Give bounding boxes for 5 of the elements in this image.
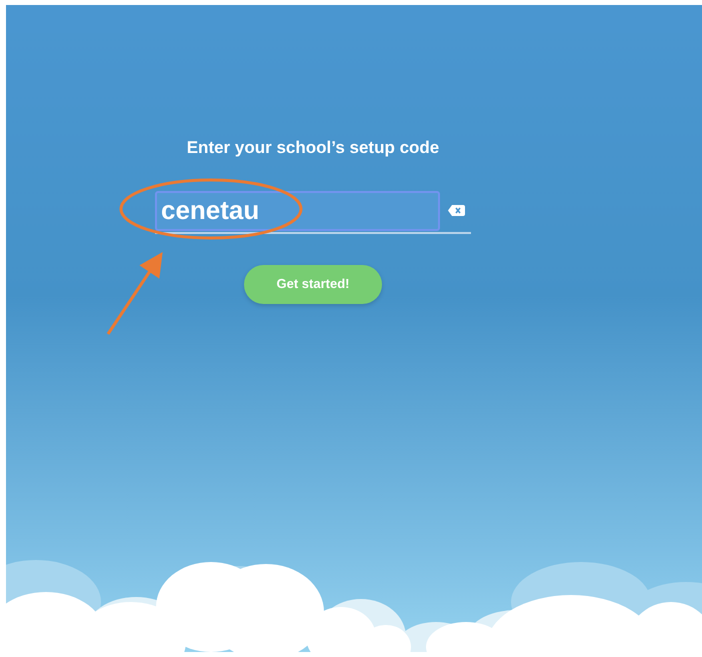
backspace-icon [448, 205, 465, 216]
clear-button[interactable] [448, 204, 465, 216]
code-input-field[interactable]: cenetau [155, 190, 440, 230]
get-started-button[interactable]: Get started! [244, 264, 382, 304]
heading: Enter your school’s setup code [186, 137, 440, 159]
